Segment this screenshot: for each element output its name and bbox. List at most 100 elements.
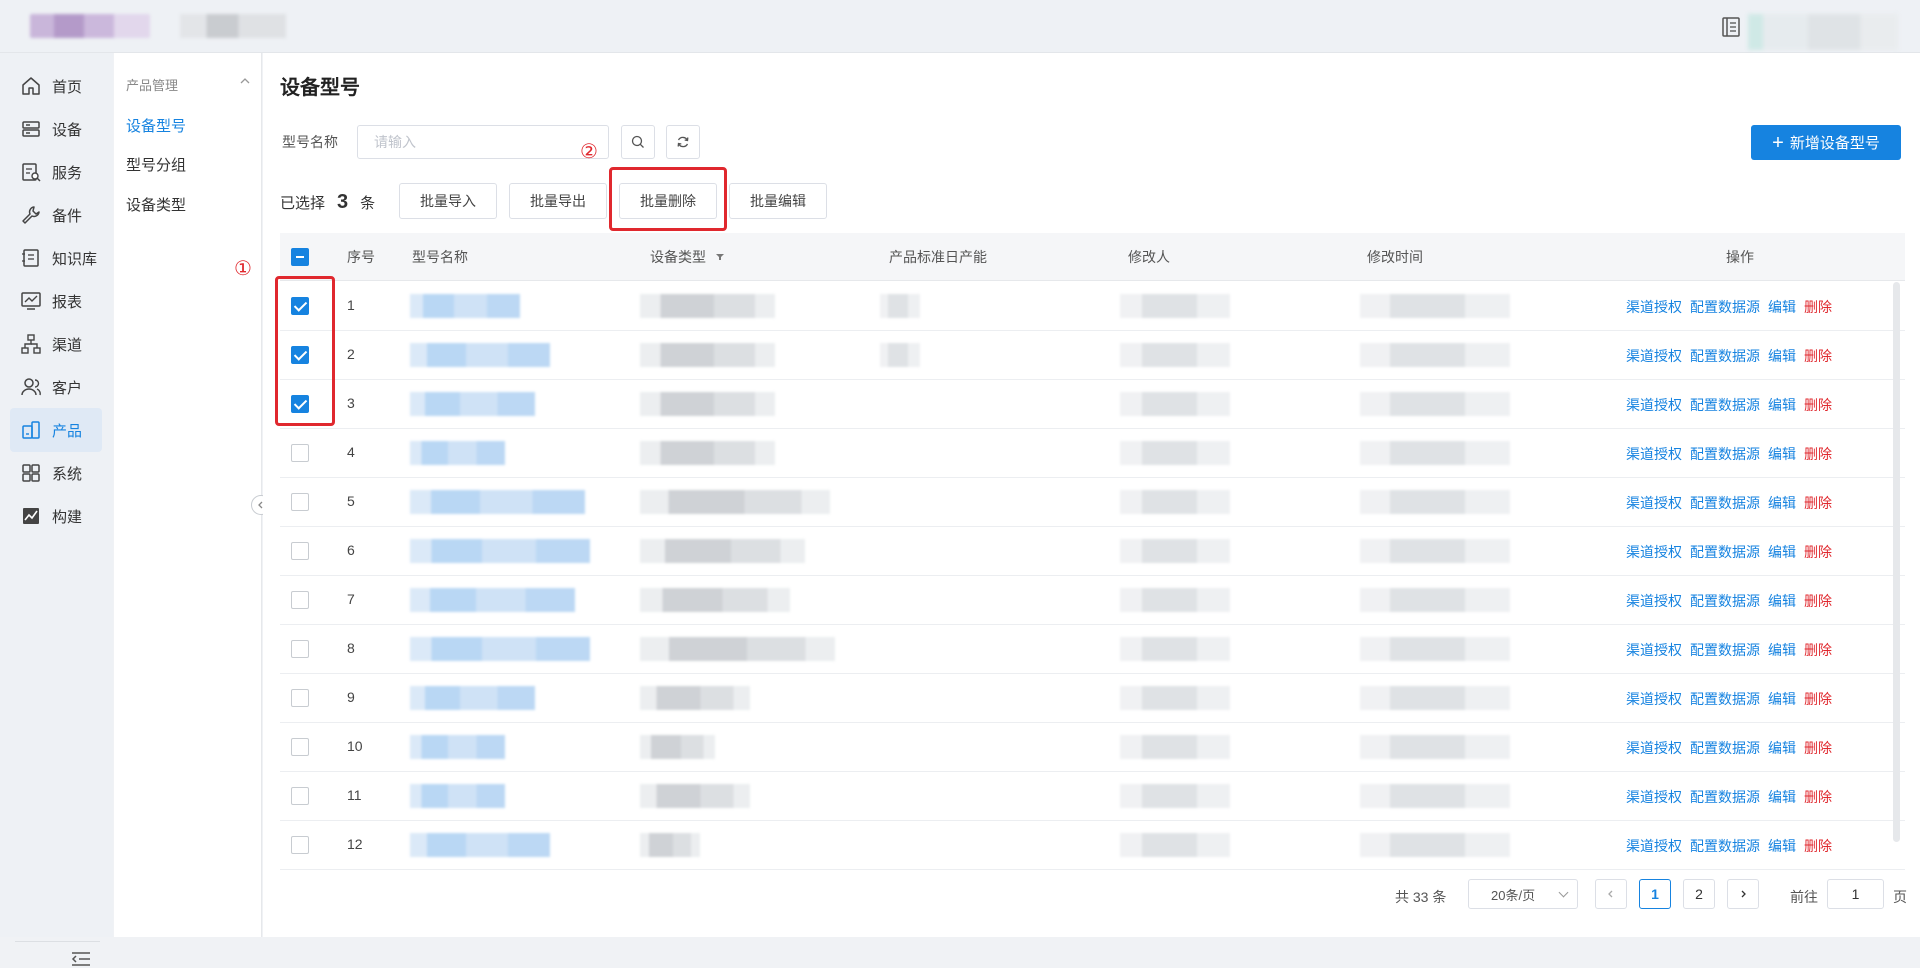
edit-link[interactable]: 编辑: [1768, 640, 1796, 660]
row-checkbox[interactable]: [291, 591, 309, 609]
row-checkbox[interactable]: [291, 836, 309, 854]
nav-item-products[interactable]: 产品: [10, 408, 102, 452]
nav-item-channels[interactable]: 渠道: [10, 322, 102, 366]
config-datasource-link[interactable]: 配置数据源: [1690, 640, 1760, 660]
edit-link[interactable]: 编辑: [1768, 836, 1796, 856]
delete-link[interactable]: 删除: [1804, 836, 1832, 856]
config-datasource-link[interactable]: 配置数据源: [1690, 346, 1760, 366]
model-name-redacted[interactable]: [410, 735, 505, 759]
row-checkbox[interactable]: [291, 689, 309, 707]
channel-auth-link[interactable]: 渠道授权: [1626, 787, 1682, 807]
channel-auth-link[interactable]: 渠道授权: [1626, 395, 1682, 415]
nav-item-spare-parts[interactable]: 备件: [10, 193, 102, 237]
add-device-model-button[interactable]: + 新增设备型号: [1751, 125, 1901, 160]
delete-link[interactable]: 删除: [1804, 689, 1832, 709]
table-row[interactable]: 3 渠道授权 配置数据源 编辑 删除: [280, 380, 1905, 429]
row-checkbox[interactable]: [291, 493, 309, 511]
model-name-redacted[interactable]: [410, 392, 535, 416]
table-row[interactable]: 7 渠道授权 配置数据源 编辑 删除: [280, 576, 1905, 625]
notebook-icon[interactable]: [1720, 16, 1742, 38]
table-row[interactable]: 2 渠道授权 配置数据源 编辑 删除: [280, 331, 1905, 380]
nav-item-service[interactable]: 服务: [10, 150, 102, 194]
subnav-item-device-type[interactable]: 设备类型: [126, 194, 186, 215]
row-checkbox[interactable]: [291, 738, 309, 756]
select-all-checkbox[interactable]: [291, 248, 309, 266]
subnav-item-model-group[interactable]: 型号分组: [126, 154, 186, 175]
delete-link[interactable]: 删除: [1804, 297, 1832, 317]
channel-auth-link[interactable]: 渠道授权: [1626, 640, 1682, 660]
config-datasource-link[interactable]: 配置数据源: [1690, 738, 1760, 758]
nav-item-knowledge-base[interactable]: 知识库: [10, 236, 102, 280]
edit-link[interactable]: 编辑: [1768, 591, 1796, 611]
edit-link[interactable]: 编辑: [1768, 444, 1796, 464]
nav-item-build[interactable]: 构建: [10, 494, 102, 538]
table-row[interactable]: 12 渠道授权 配置数据源 编辑 删除: [280, 821, 1905, 870]
prev-page-button[interactable]: [1595, 879, 1627, 909]
delete-link[interactable]: 删除: [1804, 444, 1832, 464]
subnav-group-header[interactable]: 产品管理: [126, 75, 251, 94]
user-profile-redacted[interactable]: [1748, 14, 1898, 50]
model-name-redacted[interactable]: [410, 784, 505, 808]
model-name-redacted[interactable]: [410, 343, 550, 367]
delete-link[interactable]: 删除: [1804, 395, 1832, 415]
edit-link[interactable]: 编辑: [1768, 297, 1796, 317]
config-datasource-link[interactable]: 配置数据源: [1690, 297, 1760, 317]
channel-auth-link[interactable]: 渠道授权: [1626, 444, 1682, 464]
page-size-select[interactable]: 20条/页: [1468, 879, 1578, 909]
edit-link[interactable]: 编辑: [1768, 346, 1796, 366]
goto-page-input[interactable]: [1827, 879, 1884, 909]
next-page-button[interactable]: [1727, 879, 1759, 909]
config-datasource-link[interactable]: 配置数据源: [1690, 395, 1760, 415]
model-name-redacted[interactable]: [410, 637, 590, 661]
channel-auth-link[interactable]: 渠道授权: [1626, 493, 1682, 513]
bulk-edit-button[interactable]: 批量编辑: [729, 183, 827, 219]
page-button-1[interactable]: 1: [1639, 879, 1671, 909]
table-scrollbar[interactable]: [1893, 282, 1900, 842]
nav-item-system[interactable]: 系统: [10, 451, 102, 495]
delete-link[interactable]: 删除: [1804, 591, 1832, 611]
config-datasource-link[interactable]: 配置数据源: [1690, 542, 1760, 562]
table-row[interactable]: 4 渠道授权 配置数据源 编辑 删除: [280, 429, 1905, 478]
model-name-redacted[interactable]: [410, 441, 505, 465]
edit-link[interactable]: 编辑: [1768, 542, 1796, 562]
subnav-item-device-model[interactable]: 设备型号: [126, 115, 186, 136]
config-datasource-link[interactable]: 配置数据源: [1690, 689, 1760, 709]
model-name-redacted[interactable]: [410, 833, 550, 857]
page-button-2[interactable]: 2: [1683, 879, 1715, 909]
bulk-export-button[interactable]: 批量导出: [509, 183, 607, 219]
table-row[interactable]: 10 渠道授权 配置数据源 编辑 删除: [280, 723, 1905, 772]
channel-auth-link[interactable]: 渠道授权: [1626, 689, 1682, 709]
nav-item-reports[interactable]: 报表: [10, 279, 102, 323]
channel-auth-link[interactable]: 渠道授权: [1626, 738, 1682, 758]
channel-auth-link[interactable]: 渠道授权: [1626, 591, 1682, 611]
delete-link[interactable]: 删除: [1804, 640, 1832, 660]
filter-icon[interactable]: [716, 253, 724, 261]
model-name-redacted[interactable]: [410, 686, 535, 710]
table-row[interactable]: 1 渠道授权 配置数据源 编辑 删除: [280, 282, 1905, 331]
config-datasource-link[interactable]: 配置数据源: [1690, 493, 1760, 513]
config-datasource-link[interactable]: 配置数据源: [1690, 787, 1760, 807]
channel-auth-link[interactable]: 渠道授权: [1626, 346, 1682, 366]
delete-link[interactable]: 删除: [1804, 787, 1832, 807]
channel-auth-link[interactable]: 渠道授权: [1626, 836, 1682, 856]
table-row[interactable]: 9 渠道授权 配置数据源 编辑 删除: [280, 674, 1905, 723]
edit-link[interactable]: 编辑: [1768, 689, 1796, 709]
edit-link[interactable]: 编辑: [1768, 787, 1796, 807]
model-name-redacted[interactable]: [410, 539, 590, 563]
row-checkbox[interactable]: [291, 542, 309, 560]
column-header-device-type[interactable]: 设备类型: [650, 233, 706, 281]
nav-item-device[interactable]: 设备: [10, 107, 102, 151]
delete-link[interactable]: 删除: [1804, 346, 1832, 366]
table-row[interactable]: 11 渠道授权 配置数据源 编辑 删除: [280, 772, 1905, 821]
table-row[interactable]: 8 渠道授权 配置数据源 编辑 删除: [280, 625, 1905, 674]
refresh-button[interactable]: [666, 125, 700, 159]
delete-link[interactable]: 删除: [1804, 542, 1832, 562]
model-name-redacted[interactable]: [410, 294, 520, 318]
nav-item-customers[interactable]: 客户: [10, 365, 102, 409]
model-name-input[interactable]: [357, 125, 609, 159]
delete-link[interactable]: 删除: [1804, 493, 1832, 513]
row-checkbox[interactable]: [291, 640, 309, 658]
config-datasource-link[interactable]: 配置数据源: [1690, 444, 1760, 464]
nav-item-home[interactable]: 首页: [10, 64, 102, 108]
row-checkbox[interactable]: [291, 444, 309, 462]
